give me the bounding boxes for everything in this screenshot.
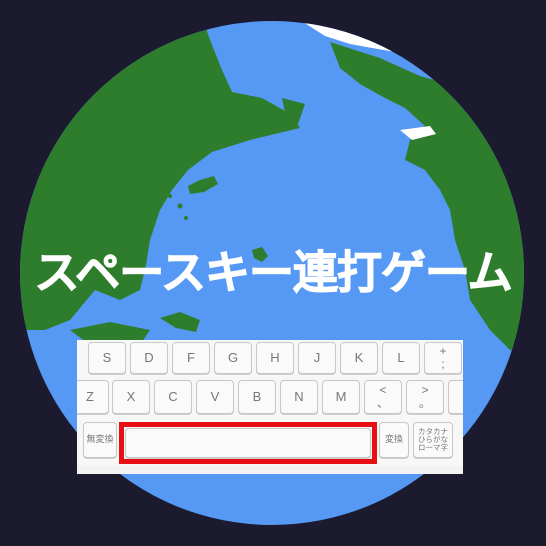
key-x: X (112, 380, 150, 414)
key-z: Z (77, 380, 109, 414)
island-dot (168, 194, 172, 198)
island-dot (177, 203, 183, 209)
game-title: スペースキー連打ゲーム (34, 246, 513, 300)
key-period-lower: 。 (418, 396, 431, 410)
key-j: J (298, 342, 336, 374)
space-key-highlight (119, 422, 377, 464)
key-s: S (88, 342, 126, 374)
key-semicolon: + ; (424, 342, 462, 374)
keyboard-image: S D F G H J K L + ; Z X C V B N M < 、 > … (77, 340, 463, 474)
key-h: H (256, 342, 294, 374)
key-c: C (154, 380, 192, 414)
keyboard-bottom-strip (77, 466, 463, 474)
key-semicolon-lower: ; (441, 357, 445, 371)
key-slash: ? / (448, 380, 463, 414)
key-k: K (340, 342, 378, 374)
key-m: M (322, 380, 360, 414)
key-b: B (238, 380, 276, 414)
key-v: V (196, 380, 234, 414)
key-n: N (280, 380, 318, 414)
key-l: L (382, 342, 420, 374)
key-kana-romaji: ローマ字 (418, 443, 448, 453)
key-kana: カタカナ ひらがな ローマ字 (413, 422, 453, 458)
key-g: G (214, 342, 252, 374)
key-comma: < 、 (364, 380, 402, 414)
key-d: D (130, 342, 168, 374)
key-henkan: 変換 (379, 422, 409, 458)
key-comma-lower: 、 (376, 396, 389, 410)
key-period: > 。 (406, 380, 444, 414)
island-dot (184, 216, 188, 220)
key-muhenkan: 無変換 (83, 422, 117, 458)
key-f: F (172, 342, 210, 374)
